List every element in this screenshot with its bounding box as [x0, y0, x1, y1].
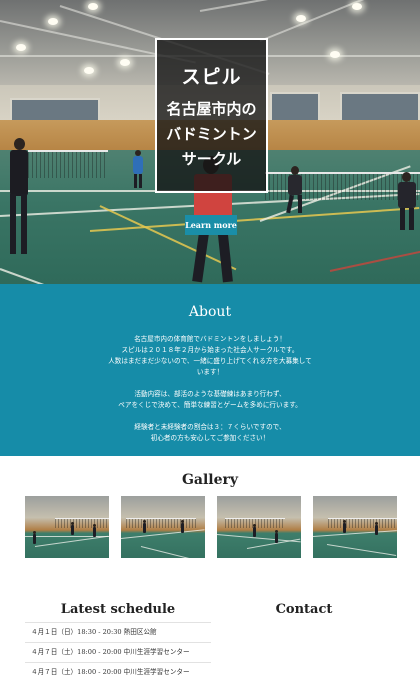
ceiling-lamp: [88, 3, 98, 10]
gallery-photo-4[interactable]: [313, 496, 397, 558]
about-text-line: 名古屋市内の体育館でバドミントンをしましょう！: [134, 335, 286, 343]
ceiling-lamp: [48, 18, 58, 25]
about-paragraph-1: 名古屋市内の体育館でバドミントンをしましょう！ スピルは２０１８年２月から始まっ…: [80, 334, 340, 378]
gallery-photo-3[interactable]: [217, 496, 301, 558]
subtitle-line: 名古屋市内の: [166, 100, 257, 118]
contact-heading: Contact: [275, 602, 333, 617]
about-text-line: 初心者の方も安心してご参加ください！: [150, 434, 270, 442]
schedule-item[interactable]: ４月７日（土）18:00 - 20:00 中川生涯学習センター: [25, 662, 211, 682]
about-text-line: スピルは２０１８年２月から始まった社会人サークルです。: [121, 346, 299, 354]
schedule-item[interactable]: ４月７日（土）18:00 - 20:00 中川生涯学習センター: [25, 642, 211, 662]
badminton-net: [28, 150, 108, 178]
ceiling-lamp: [296, 15, 306, 22]
about-text-line: 活動内容は、部活のような基礎練はあまり行わず、: [134, 390, 286, 398]
about-heading: About: [188, 304, 232, 320]
schedule-item[interactable]: ４月１日（日）18:30 - 20:30 熱田区公館: [25, 622, 211, 642]
ceiling-lamp: [84, 67, 94, 74]
gallery-photo-1[interactable]: [25, 496, 109, 558]
ceiling-lamp: [16, 44, 26, 51]
ceiling-lamp: [330, 51, 340, 58]
about-text-line: 人数はまだまだ少ないので、一緒に盛り上げてくれる方を大募集して: [108, 357, 312, 365]
hero-section: スピル 名古屋市内の バドミントン サークル Learn more: [0, 0, 420, 284]
schedule-list: ４月１日（日）18:30 - 20:30 熱田区公館 ４月７日（土）18:00 …: [25, 622, 211, 682]
ceiling-lamp: [352, 3, 362, 10]
hero-title-box: スピル 名古屋市内の バドミントン サークル: [155, 38, 268, 193]
subtitle-line: サークル: [181, 150, 242, 168]
site-subtitle: 名古屋市内の バドミントン サークル: [157, 97, 266, 172]
about-paragraph-3: 経験者と未経験者の割合は３：７くらいですので、 初心者の方も安心してご参加くださ…: [80, 422, 340, 444]
gym-window: [10, 98, 100, 122]
about-text-line: ペアをくじで決めて、簡単な練習とゲームを多めに行います。: [118, 401, 302, 409]
schedule-heading: Latest schedule: [60, 602, 176, 617]
about-paragraph-2: 活動内容は、部活のような基礎練はあまり行わず、 ペアをくじで決めて、簡単な練習と…: [80, 389, 340, 411]
subtitle-line: バドミントン: [166, 125, 257, 143]
about-section: About 名古屋市内の体育館でバドミントンをしましょう！ スピルは２０１８年２…: [0, 284, 420, 456]
about-text-line: 経験者と未経験者の割合は３：７くらいですので、: [134, 423, 286, 431]
gallery-photo-2[interactable]: [121, 496, 205, 558]
gallery-heading: Gallery: [181, 472, 239, 488]
ceiling-lamp: [120, 59, 130, 66]
site-title: スピル: [181, 66, 242, 88]
about-text-line: います！: [196, 368, 224, 376]
learn-more-button[interactable]: Learn more: [185, 215, 237, 235]
